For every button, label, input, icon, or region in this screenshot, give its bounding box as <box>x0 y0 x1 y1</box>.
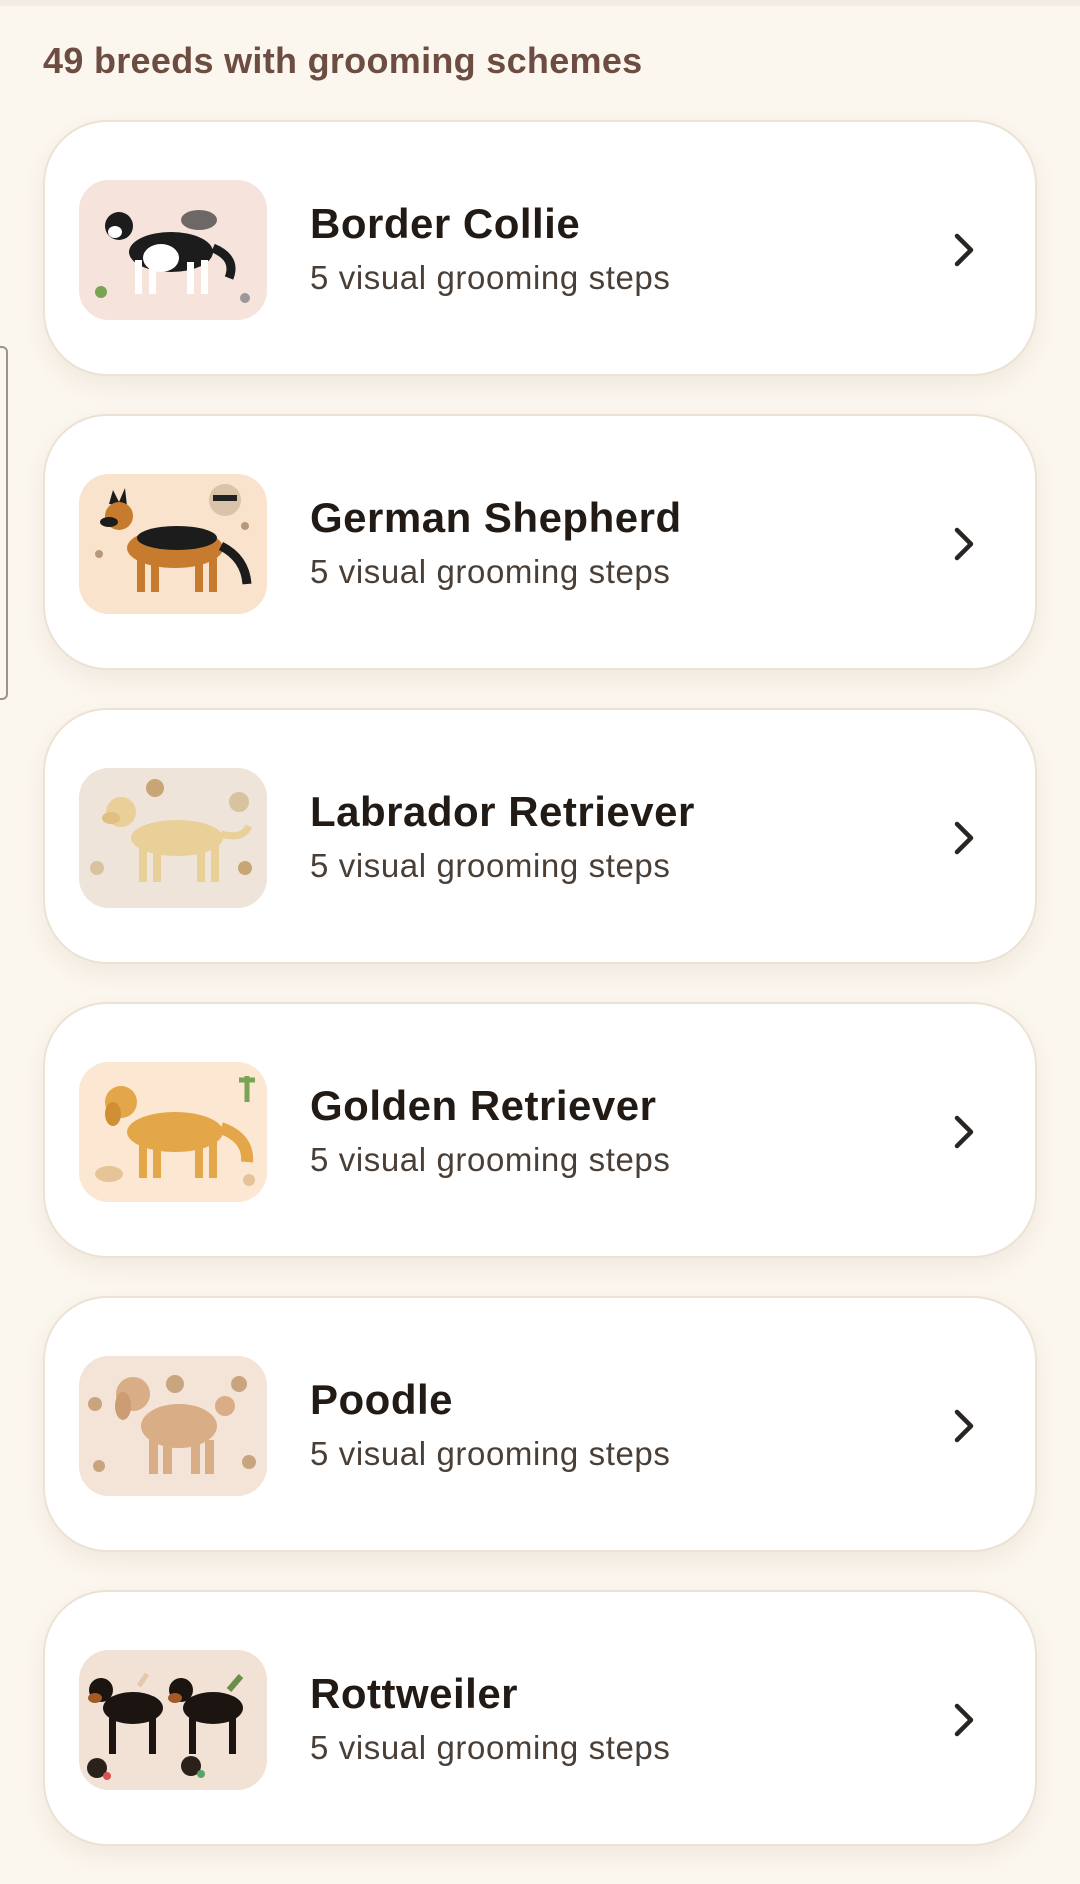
breed-card-rottweiler[interactable]: Rottweiler 5 visual grooming steps <box>43 1590 1037 1846</box>
breed-thumbnail <box>79 180 267 320</box>
breed-card-border-collie[interactable]: Border Collie 5 visual grooming steps <box>43 120 1037 376</box>
poodle-illustration <box>79 1356 267 1496</box>
breed-name: Poodle <box>310 1376 454 1423</box>
breed-steps-count: 5 visual grooming steps <box>310 1435 671 1472</box>
top-edge <box>0 0 1080 6</box>
breed-list: Border Collie 5 visual grooming steps Ge… <box>43 120 1037 1884</box>
breed-name: Border Collie <box>310 200 581 247</box>
chevron-right-icon <box>954 233 974 267</box>
border-collie-illustration <box>79 180 267 320</box>
breed-thumbnail <box>79 474 267 614</box>
breed-steps-count: 5 visual grooming steps <box>310 553 671 590</box>
breed-steps-count: 5 visual grooming steps <box>310 847 671 884</box>
breed-count-heading: 49 breeds with grooming schemes <box>43 40 643 81</box>
chevron-right-icon <box>954 1703 974 1737</box>
breed-thumbnail <box>79 1356 267 1496</box>
rottweiler-illustration <box>79 1650 267 1790</box>
breed-thumbnail <box>79 768 267 908</box>
chevron-right-icon <box>954 821 974 855</box>
breed-thumbnail <box>79 1062 267 1202</box>
labrador-retriever-illustration <box>79 768 267 908</box>
breed-name: Golden Retriever <box>310 1082 657 1129</box>
german-shepherd-illustration <box>79 474 267 614</box>
breed-name: Labrador Retriever <box>310 788 695 835</box>
scroll-indicator[interactable] <box>0 346 8 700</box>
chevron-right-icon <box>954 527 974 561</box>
breed-name: Rottweiler <box>310 1670 519 1717</box>
golden-retriever-illustration <box>79 1062 267 1202</box>
breed-card-german-shepherd[interactable]: German Shepherd 5 visual grooming steps <box>43 414 1037 670</box>
breed-steps-count: 5 visual grooming steps <box>310 1729 671 1766</box>
breed-steps-count: 5 visual grooming steps <box>310 1141 671 1178</box>
breed-thumbnail <box>79 1650 267 1790</box>
chevron-right-icon <box>954 1409 974 1443</box>
breed-name: German Shepherd <box>310 494 682 541</box>
breed-card-labrador-retriever[interactable]: Labrador Retriever 5 visual grooming ste… <box>43 708 1037 964</box>
breed-steps-count: 5 visual grooming steps <box>310 259 671 296</box>
breed-card-poodle[interactable]: Poodle 5 visual grooming steps <box>43 1296 1037 1552</box>
breed-card-golden-retriever[interactable]: Golden Retriever 5 visual grooming steps <box>43 1002 1037 1258</box>
chevron-right-icon <box>954 1115 974 1149</box>
